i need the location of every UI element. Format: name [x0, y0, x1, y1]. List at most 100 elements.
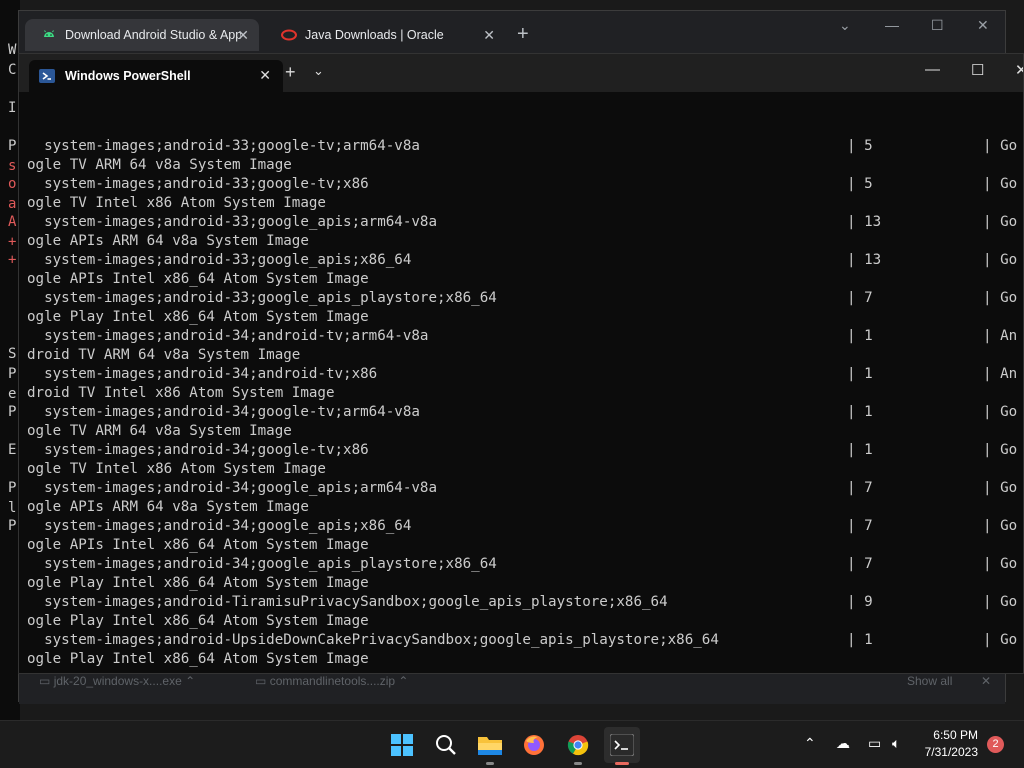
background-console-char: C	[8, 62, 17, 78]
running-indicator	[486, 762, 494, 765]
terminal-line: ogle APIs ARM 64 v8a System Image	[27, 232, 1023, 251]
running-indicator	[574, 762, 582, 765]
terminal-tab-powershell[interactable]: Windows PowerShell ✕	[29, 60, 283, 92]
package-version: | 5	[847, 138, 873, 154]
background-console-char: o	[8, 176, 17, 192]
terminal-line: system-images;android-34;google_apis;arm…	[27, 479, 1023, 498]
volume-icon[interactable]: 🔈︎	[892, 735, 900, 752]
chrome-tab-android-studio[interactable]: Download Android Studio & App ✕	[25, 19, 259, 51]
new-tab-plus-icon[interactable]: +	[285, 62, 296, 83]
package-path: system-images;android-33;google-tv;arm64…	[27, 138, 420, 154]
chevron-down-icon[interactable]: ⌄	[313, 63, 324, 79]
show-all-button[interactable]: Show all	[907, 674, 952, 688]
firefox-icon[interactable]	[518, 729, 550, 761]
package-version: | 9	[847, 594, 873, 610]
terminal-line: system-images;android-34;google-tv;arm64…	[27, 403, 1023, 422]
onedrive-icon[interactable]: ☁	[836, 735, 850, 752]
background-console-char: S	[8, 346, 17, 362]
terminal-line: system-images;android-33;google_apis_pla…	[27, 289, 1023, 308]
package-path: system-images;android-33;google-tv;x86	[27, 176, 369, 192]
notification-badge[interactable]: 2	[987, 736, 1004, 753]
close-tab-icon[interactable]: ✕	[483, 27, 495, 44]
package-description: | Go	[983, 404, 1018, 420]
terminal-line: ogle APIs ARM 64 v8a System Image	[27, 498, 1023, 517]
terminal-icon[interactable]	[604, 727, 640, 765]
terminal-line: ogle APIs Intel x86_64 Atom System Image	[27, 536, 1023, 555]
package-path: system-images;android-UpsideDownCakePriv…	[27, 632, 719, 648]
network-icon[interactable]: ▭	[868, 735, 881, 752]
package-path: ogle Play Intel x86_64 Atom System Image	[27, 613, 369, 629]
clock[interactable]: 6:50 PM 7/31/2023	[925, 727, 978, 761]
close-tab-icon[interactable]: ✕	[259, 67, 271, 84]
package-path: system-images;android-34;google_apis;x86…	[27, 518, 412, 534]
terminal-line: system-images;android-34;android-tv;x86 |…	[27, 365, 1023, 384]
terminal-output[interactable]: system-images;android-33;google-tv;arm64…	[27, 99, 1023, 673]
android-icon	[44, 30, 54, 37]
package-path: system-images;android-33;google_apis;x86…	[27, 252, 412, 268]
package-path: droid TV Intel x86 Atom System Image	[27, 385, 335, 401]
close-tab-icon[interactable]: ✕	[237, 27, 249, 44]
package-path: system-images;android-TiramisuPrivacySan…	[27, 594, 668, 610]
chevron-up-icon[interactable]: ⌃	[804, 735, 816, 752]
package-description: | Go	[983, 480, 1018, 496]
windows-start-icon[interactable]	[386, 729, 418, 761]
package-path: ogle Play Intel x86_64 Atom System Image	[27, 575, 369, 591]
download-item-jdk[interactable]: ▭ jdk-20_windows-x....exe ⌃	[39, 674, 195, 688]
clock-time: 6:50 PM	[933, 728, 978, 742]
background-console-char: P	[8, 480, 17, 496]
powershell-icon	[39, 69, 55, 83]
search-icon[interactable]	[430, 729, 462, 761]
minimize-icon[interactable]: —	[885, 17, 899, 33]
terminal-line: system-images;android-TiramisuPrivacySan…	[27, 593, 1023, 612]
chevron-up-icon[interactable]: ⌃	[185, 674, 195, 688]
package-version: | 7	[847, 556, 873, 572]
taskbar: ⌃ ☁ ▭ 🔈︎ 6:50 PM 7/31/2023 2	[0, 720, 1024, 768]
background-console-char: A	[8, 214, 17, 230]
active-indicator	[615, 762, 629, 765]
background-console-char: a	[8, 196, 17, 212]
package-description: | Go	[983, 518, 1018, 534]
chevron-up-icon[interactable]: ⌃	[398, 674, 408, 688]
background-console-char: l	[8, 500, 17, 516]
package-path: ogle TV ARM 64 v8a System Image	[27, 157, 292, 173]
package-path: ogle Play Intel x86_64 Atom System Image	[27, 651, 369, 667]
package-path: system-images;android-34;google_apis;arm…	[27, 480, 437, 496]
close-icon[interactable]: ✕	[981, 674, 991, 688]
package-path: ogle TV Intel x86 Atom System Image	[27, 461, 326, 477]
package-description: | An	[983, 328, 1018, 344]
package-version: | 7	[847, 290, 873, 306]
chrome-tab-java-downloads[interactable]: Java Downloads | Oracle ✕	[265, 19, 505, 51]
package-description: | Go	[983, 594, 1018, 610]
background-console-char: W	[8, 42, 17, 58]
package-description: | Go	[983, 214, 1018, 230]
background-console-char: e	[8, 386, 17, 402]
terminal-line: system-images;android-UpsideDownCakePriv…	[27, 631, 1023, 650]
terminal-line: ogle Play Intel x86_64 Atom System Image	[27, 612, 1023, 631]
chevron-down-icon[interactable]: ⌄	[839, 17, 851, 34]
chrome-tab-label: Download Android Studio & App	[65, 28, 241, 42]
package-version: | 1	[847, 632, 873, 648]
terminal-line: ogle TV ARM 64 v8a System Image	[27, 156, 1023, 175]
background-console-char: P	[8, 138, 17, 154]
package-path: system-images;android-34;google-tv;arm64…	[27, 404, 420, 420]
package-description: | Go	[983, 632, 1018, 648]
package-description: | Go	[983, 176, 1018, 192]
background-console-char: P	[8, 366, 17, 382]
background-console-char: I	[8, 100, 17, 116]
file-explorer-icon[interactable]	[474, 729, 506, 765]
background-console-char: +	[8, 234, 17, 250]
terminal-line: system-images;android-34;android-tv;arm6…	[27, 327, 1023, 346]
minimize-icon[interactable]: —	[925, 61, 940, 78]
maximize-icon[interactable]: ☐	[931, 17, 944, 34]
maximize-icon[interactable]: ☐	[971, 61, 984, 79]
download-item-cmdline[interactable]: ▭ commandlinetools....zip ⌃	[255, 674, 408, 688]
close-icon[interactable]: ✕	[1015, 61, 1023, 79]
chrome-icon[interactable]	[562, 729, 594, 765]
close-icon[interactable]: ✕	[977, 17, 989, 34]
package-version: | 1	[847, 404, 873, 420]
package-description: | Go	[983, 556, 1018, 572]
package-version: | 1	[847, 328, 873, 344]
terminal-line: system-images;android-33;google-tv;x86 | …	[27, 175, 1023, 194]
new-tab-button[interactable]: +	[517, 23, 529, 46]
package-path: ogle APIs ARM 64 v8a System Image	[27, 233, 309, 249]
